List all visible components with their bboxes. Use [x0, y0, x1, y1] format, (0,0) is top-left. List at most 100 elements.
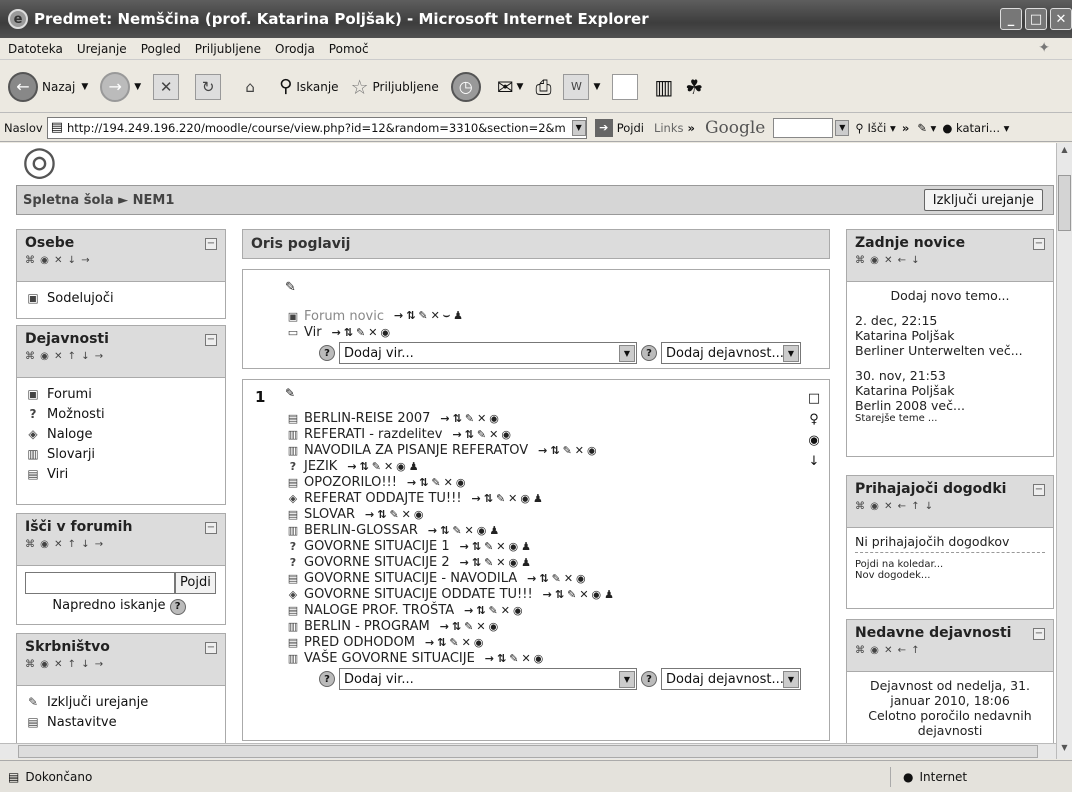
edit-controls-icon[interactable]: →⇅✎✕◉	[538, 444, 599, 457]
messenger-button[interactable]: ☘	[685, 75, 703, 99]
list-item[interactable]: ▥ VAŠE GOVORNE SITUACIJE →⇅✎✕◉	[285, 650, 801, 666]
edit-controls-icon[interactable]: →⇅✎✕◉	[425, 636, 486, 649]
edit-controls-icon[interactable]: →⇅✎✕◉♟	[347, 460, 421, 473]
edit-controls-icon[interactable]: →⇅✎✕◉	[332, 326, 393, 339]
collapse-icon[interactable]: −	[205, 642, 217, 654]
collapse-icon[interactable]: −	[1033, 628, 1045, 640]
news-link[interactable]: Berlin 2008 več...	[855, 398, 1045, 413]
list-item[interactable]: ? GOVORNE SITUACIJE 2 →⇅✎✕◉♟	[285, 554, 801, 570]
scroll-up-icon[interactable]: ▲	[1058, 145, 1071, 159]
mail-button[interactable]: ✉ ▼	[497, 75, 524, 99]
block-edit-icons[interactable]: ⌘ ◉ ✕ ← ↑ ↓	[855, 501, 1045, 512]
edit-controls-icon[interactable]: →⇅✎✕◉♟	[428, 524, 502, 537]
edit-button[interactable]: W ▼	[563, 73, 600, 100]
new-event-link[interactable]: Nov dogodek...	[855, 570, 1045, 581]
edit-controls-icon[interactable]: →⇅✎✕◉	[452, 428, 513, 441]
research-button[interactable]: ▥	[654, 75, 673, 99]
maximize-button[interactable]: □	[1025, 8, 1047, 30]
collapse-icon[interactable]: −	[205, 522, 217, 534]
menu-datoteka[interactable]: Datoteka	[8, 42, 63, 56]
links-button[interactable]: Links	[654, 121, 684, 135]
older-topics-link[interactable]: Starejše teme ...	[855, 413, 1045, 424]
add-activity-select[interactable]: Dodaj dejavnost... ▼	[661, 668, 801, 690]
edit-controls-icon[interactable]: →⇅✎✕◉♟	[460, 556, 534, 569]
list-item[interactable]: ▭ Vir →⇅✎✕◉	[285, 324, 829, 340]
list-item[interactable]: ? JEZIK →⇅✎✕◉♟	[285, 458, 801, 474]
list-item[interactable]: ▤ PRED ODHODOM →⇅✎✕◉	[285, 634, 801, 650]
move-down-icon[interactable]: ↓	[807, 451, 821, 472]
back-button[interactable]: ← Nazaj ▼	[8, 71, 88, 102]
help-icon[interactable]: ?	[319, 671, 335, 687]
block-edit-icons[interactable]: ⌘ ◉ ✕ ↑ ↓ →	[25, 351, 217, 362]
turn-editing-off-button[interactable]: Izključi urejanje	[923, 189, 1043, 211]
refresh-button[interactable]: ↻	[195, 73, 225, 100]
list-item[interactable]: ◈ GOVORNE SITUACIJE ODDATE TU!!! →⇅✎✕◉♟	[285, 586, 801, 602]
favorites-button[interactable]: ☆ Priljubljene	[351, 75, 439, 99]
list-item[interactable]: ▤ SLOVAR →⇅✎✕◉	[285, 506, 801, 522]
block-edit-icons[interactable]: ⌘ ◉ ✕ ↑ ↓ →	[25, 659, 217, 670]
menu-orodja[interactable]: Orodja	[275, 42, 315, 56]
close-button[interactable]: ✕	[1050, 8, 1072, 30]
edit-controls-icon[interactable]: →⇅✎✕⌣♟	[394, 309, 466, 323]
block-edit-icons[interactable]: ⌘ ◉ ✕ ↓ →	[25, 255, 217, 266]
more-chevron-icon[interactable]: »	[902, 121, 909, 135]
address-input[interactable]: ▤ http://194.249.196.220/moodle/course/vi…	[46, 116, 587, 139]
list-item[interactable]: ▤ Nastavitve	[25, 712, 217, 732]
user-button[interactable]: ● katari... ▾	[942, 121, 1009, 135]
list-item[interactable]: ▣ Forum novic →⇅✎✕⌣♟	[285, 308, 829, 324]
list-item[interactable]: ◈ Naloge	[25, 424, 217, 444]
block-edit-icons[interactable]: ⌘ ◉ ✕ ← ↓	[855, 255, 1045, 266]
minimize-button[interactable]: _	[1000, 8, 1022, 30]
google-search-button[interactable]: ⚲ Išči ▾	[855, 121, 895, 135]
news-link[interactable]: Berliner Unterwelten več...	[855, 343, 1045, 358]
google-dropdown-icon[interactable]: ▼	[835, 119, 850, 136]
add-topic-link[interactable]: Dodaj novo temo...	[855, 288, 1045, 303]
list-item[interactable]: ▥ REFERATI - razdelitev →⇅✎✕◉	[285, 426, 801, 442]
list-item[interactable]: ◈ REFERAT ODDAJTE TU!!! →⇅✎✕◉♟	[285, 490, 801, 506]
list-item[interactable]: ▤ OPOZORILO!!! →⇅✎✕◉	[285, 474, 801, 490]
vertical-scrollbar[interactable]: ▲ ▼	[1056, 143, 1072, 759]
forum-search-input[interactable]	[25, 572, 175, 594]
breadcrumb[interactable]: Spletna šola ► NEM1	[23, 193, 174, 208]
list-item[interactable]: ▥ NAVODILA ZA PISANJE REFERATOV →⇅✎✕◉	[285, 442, 801, 458]
block-edit-icons[interactable]: ⌘ ◉ ✕ ↑ ↓ →	[25, 539, 217, 550]
collapse-icon[interactable]: −	[1033, 484, 1045, 496]
block-edit-icons[interactable]: ⌘ ◉ ✕ ← ↑	[855, 645, 1045, 656]
go-button[interactable]: ➔ Pojdi	[594, 118, 644, 137]
advanced-search-link[interactable]: Napredno iskanje ?	[25, 598, 217, 615]
list-item[interactable]: ▤ BERLIN-REISE 2007 →⇅✎✕◉	[285, 410, 801, 426]
edit-summary-icon[interactable]: ✎	[285, 386, 295, 400]
edit-controls-icon[interactable]: →⇅✎✕◉	[440, 620, 501, 633]
collapse-icon[interactable]: −	[205, 238, 217, 250]
print-button[interactable]: ⎙	[535, 75, 551, 99]
address-dropdown-icon[interactable]: ▼	[571, 119, 586, 136]
edit-controls-icon[interactable]: →⇅✎✕◉	[407, 476, 468, 489]
highlight-icon[interactable]: □	[807, 388, 821, 409]
home-button[interactable]: ⌂	[237, 74, 267, 100]
chevron-icon[interactable]: »	[688, 121, 695, 135]
search-go-button[interactable]: Pojdi	[175, 572, 216, 594]
search-button[interactable]: ⚲ Iskanje	[279, 76, 338, 97]
edit-summary-icon[interactable]: ✎	[285, 278, 829, 296]
scroll-down-icon[interactable]: ▼	[1058, 743, 1071, 757]
list-item[interactable]: ? Možnosti	[25, 404, 217, 424]
full-report-link[interactable]: Celotno poročilo nedavnih dejavnosti	[855, 708, 1045, 738]
forward-button[interactable]: → ▼	[100, 71, 141, 102]
edit-controls-icon[interactable]: →⇅✎✕◉	[527, 572, 588, 585]
help-icon[interactable]: ?	[319, 345, 335, 361]
menu-pomoc[interactable]: Pomoč	[329, 42, 369, 56]
discuss-button[interactable]	[612, 73, 642, 100]
lightbulb-icon[interactable]: ♀	[807, 409, 821, 430]
tools-icon[interactable]: ✎ ▾	[917, 121, 936, 135]
help-icon[interactable]: ?	[641, 345, 657, 361]
edit-controls-icon[interactable]: →⇅✎✕◉	[464, 604, 525, 617]
add-activity-select[interactable]: Dodaj dejavnost... ▼	[661, 342, 801, 364]
menu-urejanje[interactable]: Urejanje	[77, 42, 127, 56]
list-item[interactable]: ▣ Forumi	[25, 384, 217, 404]
stop-button[interactable]: ✕	[153, 73, 183, 100]
list-item[interactable]: ▤ GOVORNE SITUACIJE - NAVODILA →⇅✎✕◉	[285, 570, 801, 586]
menu-pogled[interactable]: Pogled	[141, 42, 181, 56]
list-item[interactable]: ▣ Sodelujoči	[25, 288, 217, 308]
horizontal-scrollbar[interactable]	[0, 743, 1056, 759]
visibility-icon[interactable]: ◉	[807, 430, 821, 451]
